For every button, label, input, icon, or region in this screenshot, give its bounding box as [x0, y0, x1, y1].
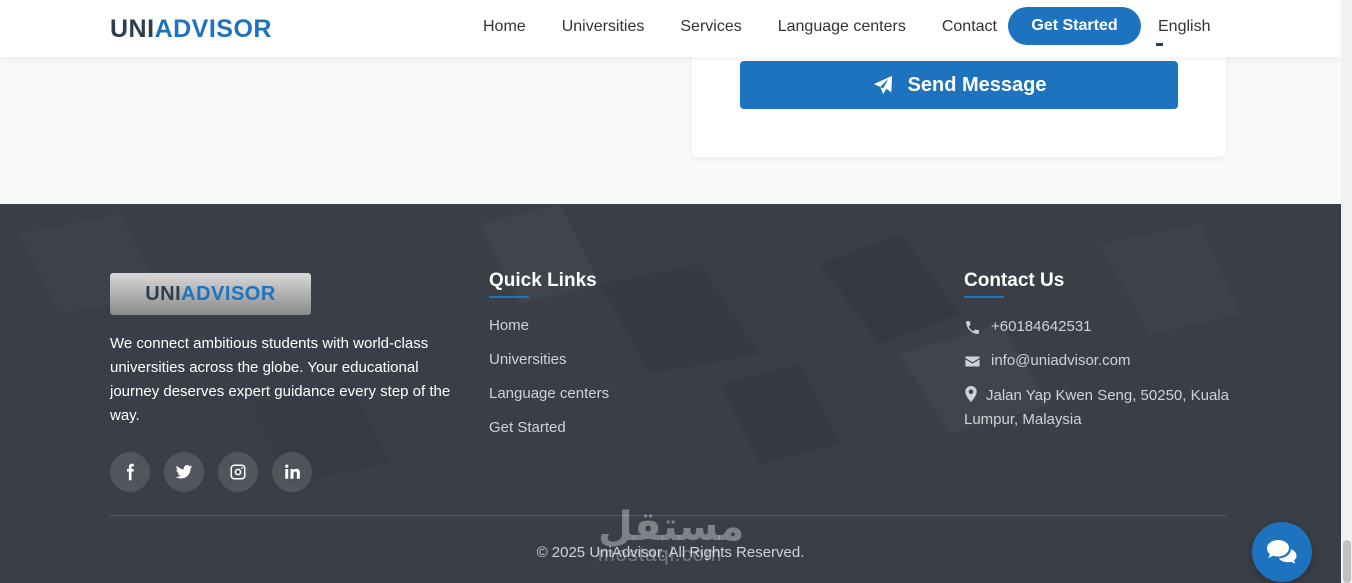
get-started-button[interactable]: Get Started [1008, 7, 1141, 45]
footer-link-get-started[interactable]: Get Started [489, 419, 609, 453]
nav-language-centers[interactable]: Language centers [778, 18, 906, 36]
map-marker-icon [965, 386, 977, 402]
nav-services[interactable]: Services [680, 18, 741, 36]
facebook-link[interactable] [110, 452, 150, 492]
facebook-icon [127, 463, 134, 481]
footer-link-language-centers[interactable]: Language centers [489, 385, 609, 419]
twitter-link[interactable] [164, 452, 204, 492]
quick-links-underline [489, 296, 529, 298]
linkedin-link[interactable] [272, 452, 312, 492]
site-header: UNIADVISOR Home Universities Services La… [0, 0, 1341, 57]
instagram-link[interactable] [218, 452, 258, 492]
chat-button[interactable] [1252, 522, 1312, 582]
nav-universities[interactable]: Universities [562, 18, 645, 36]
site-logo[interactable]: UNIADVISOR [110, 15, 272, 44]
contact-us-underline [964, 296, 1004, 298]
paper-plane-icon [873, 75, 892, 95]
language-selector[interactable]: English [1158, 18, 1210, 36]
contact-phone[interactable]: +60184642531 [964, 318, 1092, 336]
main-nav: Home Universities Services Language cent… [483, 18, 997, 36]
nav-home[interactable]: Home [483, 18, 526, 36]
linkedin-icon [285, 464, 300, 479]
footer-about-text: We connect ambitious students with world… [110, 335, 451, 424]
phone-icon [966, 321, 979, 334]
twitter-icon [175, 465, 193, 479]
site-footer: UNI ADVISOR We connect ambitious students… [0, 204, 1341, 583]
instagram-icon [230, 464, 246, 480]
contact-address: Jalan Yap Kwen Seng, 50250, Kuala Lumpur… [964, 386, 1229, 428]
watermark-domain: mostaql.com [598, 544, 723, 566]
send-message-button[interactable]: Send Message [740, 61, 1178, 109]
nav-contact[interactable]: Contact [942, 18, 997, 36]
footer-link-universities[interactable]: Universities [489, 351, 609, 385]
scrollbar-thumb[interactable] [1343, 540, 1351, 583]
quick-links-title: Quick Links [489, 270, 597, 291]
envelope-icon [965, 356, 980, 367]
language-indicator [1156, 43, 1163, 46]
footer-logo[interactable]: UNI ADVISOR [110, 273, 311, 315]
social-links [110, 452, 312, 492]
page-scrollbar[interactable] [1341, 0, 1352, 583]
quick-links-list: Home Universities Language centers Get S… [489, 317, 609, 453]
chat-bubbles-icon [1267, 540, 1297, 564]
contact-email[interactable]: info@uniadvisor.com [964, 352, 1130, 370]
footer-link-home[interactable]: Home [489, 317, 609, 351]
contact-us-title: Contact Us [964, 270, 1065, 291]
